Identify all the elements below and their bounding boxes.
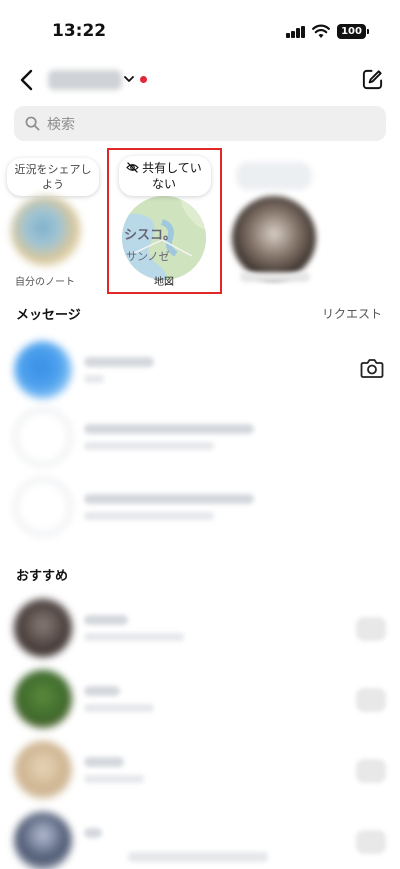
avatar: [14, 478, 72, 536]
message-preview: subtitle: [84, 512, 214, 520]
recommendation-row[interactable]: name subtitle: [0, 670, 400, 734]
recommendation-subtitle: subtitle: [84, 704, 154, 712]
message-row[interactable]: name subtitle: [0, 478, 400, 542]
message-row[interactable]: name subtitle: [0, 341, 400, 405]
avatar-friend[interactable]: [232, 196, 316, 280]
recommendation-name: name: [84, 615, 128, 625]
status-time: 13:22: [52, 21, 107, 41]
message-preview: subtitle: [84, 375, 104, 383]
recommendation-subtitle: subtitle: [84, 775, 144, 783]
recommendation-row[interactable]: name subtitle: [0, 741, 400, 805]
wifi-icon: [312, 24, 330, 38]
messages-title: メッセージ: [16, 308, 81, 323]
recommendation-name: name: [84, 686, 120, 696]
message-name: name: [84, 494, 254, 504]
recommendation-action[interactable]: [356, 759, 386, 783]
avatar: [14, 341, 72, 399]
avatar: [14, 670, 72, 728]
status-bar: 13:22 100: [0, 0, 400, 60]
search-input[interactable]: 検索: [14, 106, 386, 141]
message-name: name: [84, 424, 254, 434]
chevron-down-icon[interactable]: [123, 74, 135, 84]
recommendations-title: おすすめ: [16, 569, 69, 584]
recommendation-action[interactable]: [356, 688, 386, 712]
avatar: [14, 812, 72, 869]
recommendation-subtitle: subtitle: [84, 633, 184, 641]
back-icon[interactable]: [18, 68, 36, 92]
search-placeholder: 検索: [47, 117, 75, 133]
header: username: [0, 60, 400, 100]
recommendation-subtitle: subtitle: [128, 852, 268, 862]
recommendation-action[interactable]: [356, 617, 386, 641]
account-username[interactable]: username: [48, 70, 122, 90]
recommendation-name: name: [84, 828, 102, 838]
friend-name: friend: [240, 272, 310, 282]
note-label-self: 自分のノート: [15, 277, 75, 288]
search-icon: [25, 116, 40, 131]
unread-dot: [140, 76, 147, 83]
avatar: [14, 741, 72, 799]
battery-icon: 100: [337, 24, 369, 39]
message-name: name: [84, 357, 154, 367]
requests-link[interactable]: リクエスト: [322, 305, 382, 322]
message-row[interactable]: name subtitle: [0, 408, 400, 472]
compose-icon[interactable]: [361, 68, 384, 91]
message-preview: subtitle: [84, 442, 214, 450]
camera-icon[interactable]: [360, 357, 384, 379]
note-bubble-self[interactable]: 近況をシェアしよう: [7, 158, 99, 196]
battery-level: 100: [341, 26, 362, 37]
note-self[interactable]: 近況をシェアしよう 自分のノート: [0, 148, 100, 288]
signal-icon: [286, 26, 306, 38]
recommendation-row[interactable]: name subtitle: [0, 812, 400, 869]
recommendation-row[interactable]: name subtitle: [0, 599, 400, 663]
recommendation-action[interactable]: [356, 830, 386, 854]
note-bubble-friend[interactable]: [236, 162, 312, 190]
highlight-box: [107, 148, 222, 294]
avatar: [14, 599, 72, 657]
avatar-self[interactable]: [11, 196, 81, 266]
avatar: [14, 408, 72, 466]
recommendation-name: name: [84, 757, 124, 767]
